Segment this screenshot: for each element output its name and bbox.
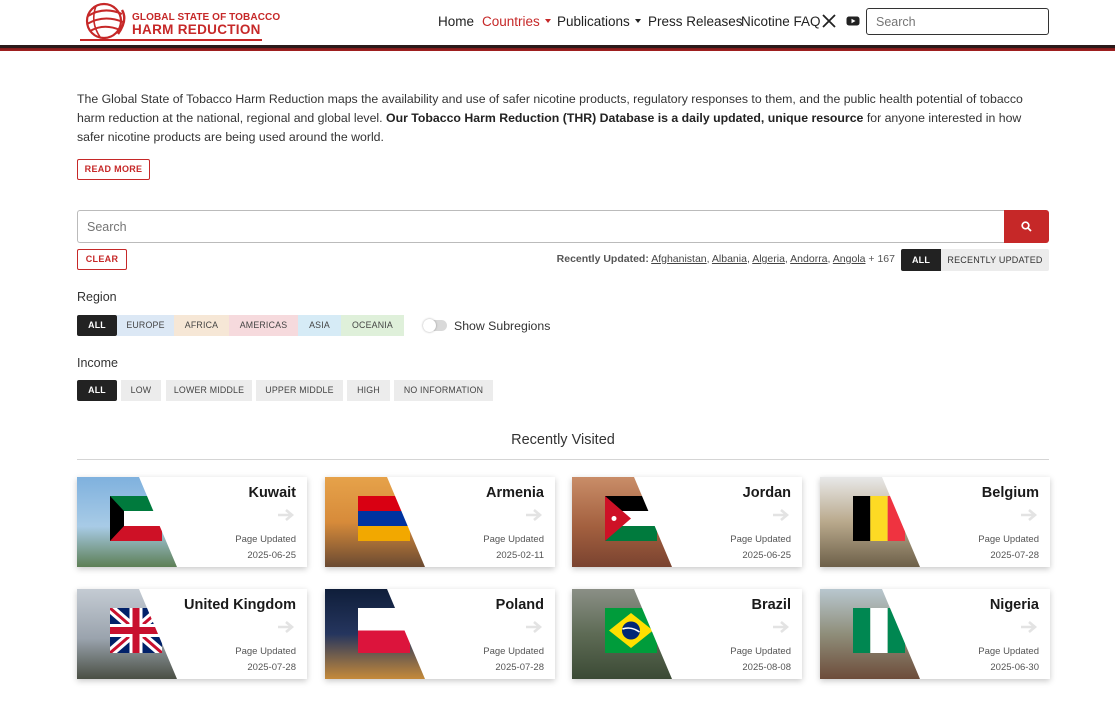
nav-countries[interactable]: Countries: [482, 14, 551, 30]
globe-logo-icon: [85, 2, 126, 40]
intro-text-bold: Our Tobacco Harm Reduction (THR) Databas…: [386, 111, 864, 125]
recent-link-algeria[interactable]: Algeria: [752, 253, 785, 265]
recently-updated-label: Recently Updated:: [556, 253, 649, 265]
country-card-united-kingdom[interactable]: United Kingdom Page Updated 2025-07-28: [77, 589, 307, 679]
page-updated-date: 2025-06-30: [990, 662, 1039, 673]
income-chip-no-information[interactable]: NO INFORMATION: [394, 380, 493, 401]
arrow-right-icon: [773, 621, 790, 633]
logo-text-line2: HARM REDUCTION: [132, 22, 261, 37]
recently-visited-title: Recently Visited: [511, 432, 615, 448]
country-name: Kuwait: [248, 485, 296, 501]
page-updated-date: 2025-06-25: [742, 550, 791, 561]
chevron-down-icon: [634, 19, 641, 24]
site-logo[interactable]: GLOBAL STATE OF TOBACCO HARM REDUCTION: [80, 2, 280, 42]
region-chip-americas[interactable]: AMERICAS: [229, 315, 298, 336]
recently-updated-more-count: + 167: [868, 253, 895, 265]
show-subregions-toggle[interactable]: [423, 319, 447, 332]
page-updated-label: Page Updated: [978, 646, 1039, 657]
income-chip-high[interactable]: HIGH: [347, 380, 390, 401]
country-name: Brazil: [751, 597, 792, 613]
nav-publications-label: Publications: [557, 14, 630, 29]
page-updated-label: Page Updated: [483, 534, 544, 545]
header-divider: [0, 45, 1115, 51]
country-name: United Kingdom: [184, 597, 296, 613]
read-more-button[interactable]: READ MORE: [77, 159, 150, 180]
nav-home[interactable]: Home: [438, 14, 474, 30]
country-card-armenia[interactable]: Armenia Page Updated 2025-02-11: [325, 477, 555, 567]
country-search-input[interactable]: [77, 210, 1005, 243]
toggle-all-button[interactable]: ALL: [901, 249, 941, 271]
country-card-belgium[interactable]: Belgium Page Updated 2025-07-28: [820, 477, 1050, 567]
country-card-brazil[interactable]: Brazil Page Updated 2025-08-08: [572, 589, 802, 679]
arrow-right-icon: [1021, 621, 1038, 633]
nav-publications[interactable]: Publications: [557, 14, 641, 30]
income-chip-lower-middle[interactable]: LOWER MIDDLE: [166, 380, 252, 401]
recent-link-albania[interactable]: Albania: [712, 253, 747, 265]
region-chip-europe[interactable]: EUROPE: [117, 315, 174, 336]
arrow-right-icon: [526, 509, 543, 521]
region-chip-oceania[interactable]: OCEANIA: [341, 315, 404, 336]
country-card-nigeria[interactable]: Nigeria Page Updated 2025-06-30: [820, 589, 1050, 679]
toggle-knob: [423, 319, 436, 332]
clear-button[interactable]: CLEAR: [77, 249, 127, 270]
page-updated-label: Page Updated: [235, 534, 296, 545]
income-chip-low[interactable]: LOW: [121, 380, 161, 401]
arrow-right-icon: [526, 621, 543, 633]
search-button[interactable]: [1004, 210, 1049, 243]
intro-text: The Global State of Tobacco Harm Reducti…: [77, 90, 1047, 147]
country-name: Armenia: [485, 485, 544, 501]
page-updated-label: Page Updated: [730, 534, 791, 545]
header-search-input[interactable]: [866, 8, 1049, 35]
show-subregions-label: Show Subregions: [454, 319, 551, 333]
country-name: Poland: [495, 597, 544, 613]
arrow-right-icon: [278, 621, 295, 633]
country-card-kuwait[interactable]: Kuwait Page Updated 2025-06-25: [77, 477, 307, 567]
country-card-jordan[interactable]: Jordan Page Updated 2025-06-25: [572, 477, 802, 567]
page-updated-date: 2025-07-28: [990, 550, 1039, 561]
recently-visited-divider: [77, 459, 1049, 460]
page-updated-date: 2025-02-11: [496, 550, 544, 561]
page-updated-date: 2025-08-08: [742, 662, 791, 673]
region-chip-all[interactable]: ALL: [77, 315, 117, 336]
page-updated-label: Page Updated: [978, 534, 1039, 545]
page-updated-label: Page Updated: [730, 646, 791, 657]
page-updated-date: 2025-06-25: [247, 550, 296, 561]
search-icon: [1021, 221, 1032, 232]
income-chip-all[interactable]: ALL: [77, 380, 117, 401]
page-updated-label: Page Updated: [483, 646, 544, 657]
country-name: Belgium: [981, 485, 1039, 501]
income-label: Income: [77, 356, 118, 370]
chevron-down-icon: [544, 19, 551, 24]
arrow-right-icon: [1021, 509, 1038, 521]
recent-link-afghanistan[interactable]: Afghanistan: [651, 253, 706, 265]
youtube-icon[interactable]: [846, 13, 860, 29]
country-card-poland[interactable]: Poland Page Updated 2025-07-28: [325, 589, 555, 679]
country-name: Jordan: [742, 485, 791, 501]
x-twitter-icon[interactable]: [822, 13, 836, 29]
arrow-right-icon: [773, 509, 790, 521]
region-chip-africa[interactable]: AFRICA: [174, 315, 229, 336]
page-updated-date: 2025-07-28: [247, 662, 296, 673]
nav-nicotine-faq[interactable]: Nicotine FAQ: [741, 14, 821, 30]
recent-link-andorra[interactable]: Andorra: [790, 253, 827, 265]
recently-updated-list: Recently Updated: Afghanistan, Albania, …: [556, 253, 895, 265]
page-updated-date: 2025-07-28: [495, 662, 544, 673]
toggle-recently-updated-button[interactable]: RECENTLY UPDATED: [941, 249, 1049, 271]
region-label: Region: [77, 290, 117, 304]
logo-underline: [80, 39, 262, 41]
arrow-right-icon: [278, 509, 295, 521]
nav-press-releases[interactable]: Press Releases: [648, 14, 743, 30]
site-header: GLOBAL STATE OF TOBACCO HARM REDUCTION H…: [0, 0, 1115, 46]
country-name: Nigeria: [989, 597, 1039, 613]
recent-link-angola[interactable]: Angola: [833, 253, 866, 265]
income-chip-upper-middle[interactable]: UPPER MIDDLE: [256, 380, 343, 401]
region-chip-asia[interactable]: ASIA: [298, 315, 341, 336]
page-updated-label: Page Updated: [235, 646, 296, 657]
nav-countries-label: Countries: [482, 14, 540, 29]
